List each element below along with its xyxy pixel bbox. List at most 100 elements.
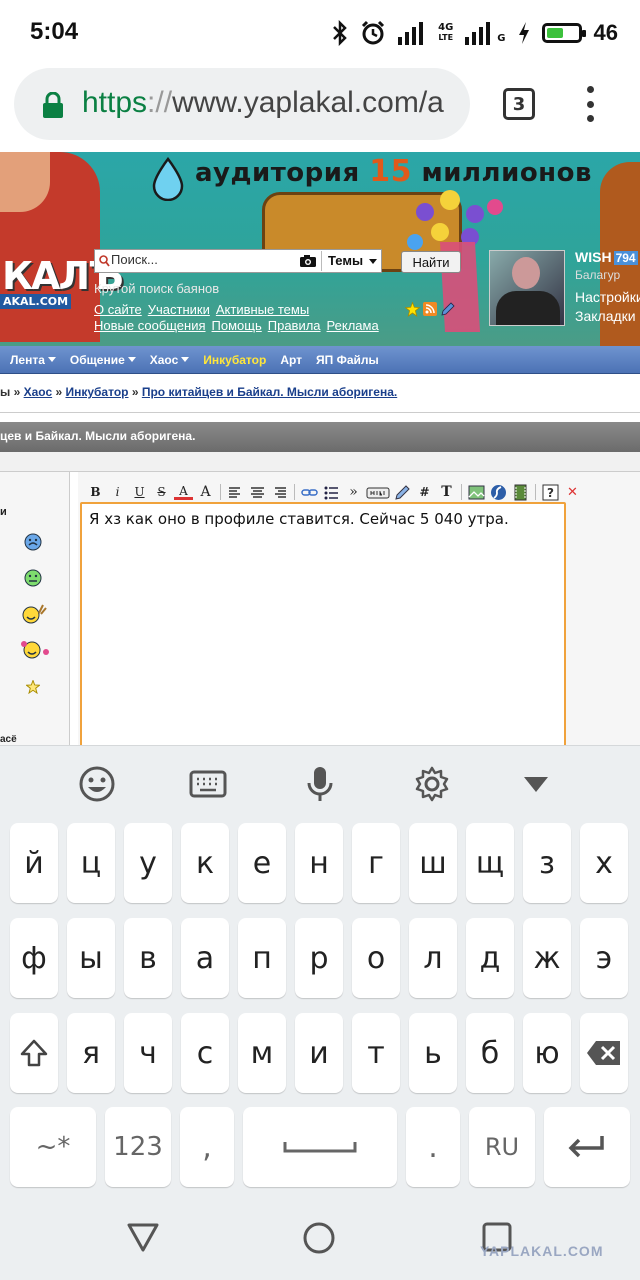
collapse-icon[interactable]	[516, 764, 556, 804]
flower-smiley-icon[interactable]	[18, 640, 52, 660]
align-right-icon[interactable]	[270, 483, 289, 502]
comma-key[interactable]: ,	[180, 1107, 234, 1187]
align-left-icon[interactable]	[226, 483, 245, 502]
italic-icon[interactable]: i	[108, 483, 127, 502]
pencil-icon[interactable]	[440, 302, 455, 317]
key-row3-8[interactable]: б	[466, 1013, 514, 1093]
topics-select[interactable]: Темы	[321, 251, 381, 271]
key-row1-11[interactable]: х	[580, 823, 628, 903]
user-name[interactable]: WISH 794	[575, 249, 638, 265]
key-row3-2[interactable]: ч	[124, 1013, 172, 1093]
period-key[interactable]: .	[406, 1107, 460, 1187]
font-color-icon[interactable]: A	[174, 484, 193, 500]
emoji-icon[interactable]	[77, 764, 117, 804]
list-icon[interactable]	[322, 483, 341, 502]
quote-icon[interactable]: »	[344, 483, 363, 502]
key-row1-3[interactable]: у	[124, 823, 172, 903]
key-row2-7[interactable]: о	[352, 918, 400, 998]
crying-smiley-icon[interactable]	[23, 532, 43, 552]
enter-key[interactable]	[544, 1107, 630, 1187]
settings-icon[interactable]	[412, 764, 452, 804]
key-row2-3[interactable]: в	[124, 918, 172, 998]
microphone-icon[interactable]	[300, 764, 340, 804]
key-row2-1[interactable]: ф	[10, 918, 58, 998]
back-icon[interactable]	[126, 1221, 160, 1253]
key-row2-6[interactable]: р	[295, 918, 343, 998]
link-help[interactable]: Помощь	[212, 318, 262, 333]
link-about[interactable]: О сайте	[94, 302, 142, 317]
address-bar[interactable]: https://www.yaplakal.com/a	[14, 68, 470, 140]
numbers-key[interactable]: 123	[105, 1107, 171, 1187]
key-row1-4[interactable]: к	[181, 823, 229, 903]
search-input[interactable]	[111, 252, 291, 267]
user-settings-link[interactable]: Настройки	[575, 289, 640, 305]
post-textarea[interactable]: Я хз как оно в профиле ставится. Сейчас …	[80, 502, 566, 762]
nav-item-feed[interactable]: Лента	[10, 353, 56, 367]
strike-icon[interactable]: S	[152, 483, 171, 502]
sick-smiley-icon[interactable]	[23, 568, 43, 588]
home-icon[interactable]	[302, 1221, 336, 1255]
image-icon[interactable]	[467, 483, 486, 502]
nav-item-chaos[interactable]: Хаос	[150, 353, 190, 367]
key-row1-2[interactable]: ц	[67, 823, 115, 903]
nav-item-files[interactable]: ЯП Файлы	[316, 353, 379, 367]
nav-item-incubator[interactable]: Инкубатор	[203, 353, 266, 367]
key-row3-6[interactable]: т	[352, 1013, 400, 1093]
edit-icon[interactable]	[393, 483, 412, 502]
key-row2-2[interactable]: ы	[67, 918, 115, 998]
shift-key[interactable]	[10, 1013, 58, 1093]
link-members[interactable]: Участники	[148, 302, 210, 317]
link-new-posts[interactable]: Новые сообщения	[94, 318, 206, 333]
camera-icon[interactable]	[299, 254, 317, 268]
language-key[interactable]: RU	[469, 1107, 535, 1187]
user-bookmarks-link[interactable]: Закладки	[575, 308, 636, 324]
close-icon[interactable]: ✕	[563, 483, 582, 502]
star-icon[interactable]	[405, 302, 420, 317]
link-ads[interactable]: Реклама	[327, 318, 379, 333]
overflow-menu-icon[interactable]	[578, 86, 602, 122]
key-row1-10[interactable]: з	[523, 823, 571, 903]
font-size-icon[interactable]: A	[196, 483, 215, 502]
key-row2-10[interactable]: ж	[523, 918, 571, 998]
link-icon[interactable]	[300, 483, 319, 502]
key-row1-6[interactable]: н	[295, 823, 343, 903]
hide-icon[interactable]	[366, 483, 390, 502]
underline-icon[interactable]: U	[130, 483, 149, 502]
key-row1-9[interactable]: щ	[466, 823, 514, 903]
key-row1-5[interactable]: е	[238, 823, 286, 903]
key-row3-7[interactable]: ь	[409, 1013, 457, 1093]
key-row3-3[interactable]: с	[181, 1013, 229, 1093]
space-key[interactable]	[243, 1107, 397, 1187]
text-icon[interactable]: T	[437, 483, 456, 502]
tabs-icon[interactable]: 3	[503, 88, 535, 120]
video-icon[interactable]	[511, 483, 530, 502]
keyboard-icon[interactable]	[188, 764, 228, 804]
symbols-key[interactable]: ~*	[10, 1107, 96, 1187]
help-icon[interactable]: ?	[541, 483, 560, 502]
key-row3-9[interactable]: ю	[523, 1013, 571, 1093]
rss-icon[interactable]	[423, 302, 437, 316]
key-row3-4[interactable]: м	[238, 1013, 286, 1093]
find-button[interactable]: Найти	[401, 251, 461, 273]
hash-icon[interactable]: #	[415, 483, 434, 502]
key-row2-8[interactable]: л	[409, 918, 457, 998]
avatar[interactable]	[489, 250, 565, 326]
key-row1-7[interactable]: г	[352, 823, 400, 903]
link-active-topics[interactable]: Активные темы	[216, 302, 309, 317]
bold-icon[interactable]: B	[86, 483, 105, 502]
key-row2-9[interactable]: д	[466, 918, 514, 998]
key-row2-4[interactable]: а	[181, 918, 229, 998]
key-row1-1[interactable]: й	[10, 823, 58, 903]
key-row3-1[interactable]: я	[67, 1013, 115, 1093]
key-row2-11[interactable]: э	[580, 918, 628, 998]
nav-item-art[interactable]: Арт	[280, 353, 302, 367]
key-row2-5[interactable]: п	[238, 918, 286, 998]
breadcrumb-chaos[interactable]: Хаос	[24, 385, 53, 399]
link-rules[interactable]: Правила	[268, 318, 321, 333]
star-smiley-icon[interactable]	[26, 680, 40, 694]
breadcrumb-topic[interactable]: Про китайцев и Байкал. Мысли аборигена.	[142, 385, 397, 399]
peace-smiley-icon[interactable]	[21, 604, 47, 624]
key-row1-8[interactable]: ш	[409, 823, 457, 903]
breadcrumb-incubator[interactable]: Инкубатор	[65, 385, 128, 399]
key-row3-5[interactable]: и	[295, 1013, 343, 1093]
